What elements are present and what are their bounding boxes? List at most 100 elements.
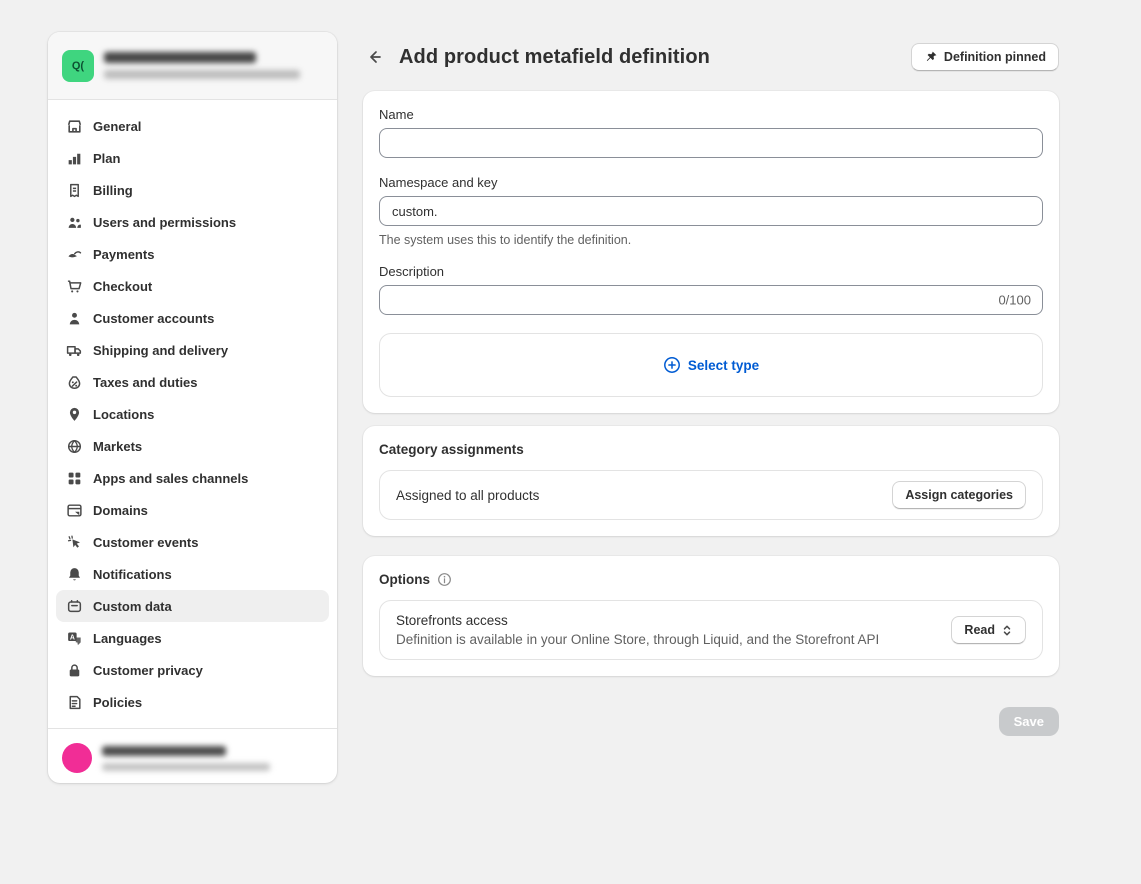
sidebar-item-label: Shipping and delivery xyxy=(93,343,228,358)
sidebar-item-label: Policies xyxy=(93,695,142,710)
sidebar-item-policies[interactable]: Policies xyxy=(56,686,329,718)
sidebar-item-checkout[interactable]: Checkout xyxy=(56,270,329,302)
sidebar-item-markets[interactable]: Markets xyxy=(56,430,329,462)
options-card: Options Storefronts access Definition is… xyxy=(363,556,1059,676)
custom-data-icon xyxy=(66,598,83,615)
sidebar-item-custom-data[interactable]: Custom data xyxy=(56,590,329,622)
settings-sidebar: Q( General Plan Billing Users and permis… xyxy=(48,32,337,783)
store-domain-redacted xyxy=(104,70,300,79)
sidebar-item-label: Plan xyxy=(93,151,120,166)
storefront-access-value: Read xyxy=(964,623,995,637)
sidebar-item-label: Users and permissions xyxy=(93,215,236,230)
save-button[interactable]: Save xyxy=(999,707,1059,736)
sidebar-item-label: Apps and sales channels xyxy=(93,471,248,486)
info-icon[interactable] xyxy=(437,572,452,587)
sidebar-item-apps-and-sales-channels[interactable]: Apps and sales channels xyxy=(56,462,329,494)
sidebar-item-customer-events[interactable]: Customer events xyxy=(56,526,329,558)
translate-icon: A xyxy=(66,630,83,647)
sidebar-item-customer-privacy[interactable]: Customer privacy xyxy=(56,654,329,686)
plus-circle-icon xyxy=(663,356,681,374)
sidebar-item-label: Customer accounts xyxy=(93,311,214,326)
user-email-redacted xyxy=(102,763,270,771)
sidebar-item-label: Markets xyxy=(93,439,142,454)
storefronts-access-title: Storefronts access xyxy=(396,613,951,628)
store-name-redacted xyxy=(104,52,256,63)
sidebar-item-label: Notifications xyxy=(93,567,172,582)
lock-icon xyxy=(66,662,83,679)
sidebar-item-languages[interactable]: A Languages xyxy=(56,622,329,654)
globe-icon xyxy=(66,438,83,455)
sidebar-item-label: Checkout xyxy=(93,279,152,294)
page-header: Add product metafield definition Definit… xyxy=(363,43,1059,71)
main-content: Add product metafield definition Definit… xyxy=(363,0,1059,736)
description-label: Description xyxy=(379,264,1043,279)
users-icon xyxy=(66,214,83,231)
plan-icon xyxy=(66,150,83,167)
sidebar-item-label: Payments xyxy=(93,247,154,262)
category-assignment-row: Assigned to all products Assign categori… xyxy=(379,470,1043,520)
name-field-group: Name xyxy=(379,107,1043,158)
storefront-access-select[interactable]: Read xyxy=(951,616,1026,644)
cursor-click-icon xyxy=(66,534,83,551)
svg-text:A: A xyxy=(70,634,75,641)
person-icon xyxy=(66,310,83,327)
definition-pinned-label: Definition pinned xyxy=(944,50,1046,64)
map-pin-icon xyxy=(66,406,83,423)
user-footer[interactable] xyxy=(48,728,337,783)
definition-pinned-button[interactable]: Definition pinned xyxy=(911,43,1059,71)
assign-categories-label: Assign categories xyxy=(905,488,1013,502)
payments-icon xyxy=(66,246,83,263)
storefronts-access-row: Storefronts access Definition is availab… xyxy=(379,600,1043,660)
sidebar-item-label: Custom data xyxy=(93,599,172,614)
name-input[interactable] xyxy=(379,128,1043,158)
description-field-group: Description 0/100 xyxy=(379,264,1043,315)
sidebar-item-notifications[interactable]: Notifications xyxy=(56,558,329,590)
storefronts-access-text: Storefronts access Definition is availab… xyxy=(396,613,951,647)
sidebar-item-label: Billing xyxy=(93,183,133,198)
sidebar-item-taxes-and-duties[interactable]: Taxes and duties xyxy=(56,366,329,398)
category-assignment-status: Assigned to all products xyxy=(396,488,892,503)
settings-nav: General Plan Billing Users and permissio… xyxy=(48,100,337,728)
browser-window-icon xyxy=(66,502,83,519)
store-header: Q( xyxy=(48,32,337,100)
options-title: Options xyxy=(379,572,430,587)
description-input[interactable] xyxy=(379,285,1043,315)
namespace-input[interactable] xyxy=(379,196,1043,226)
select-type-button[interactable]: Select type xyxy=(379,333,1043,397)
billing-icon xyxy=(66,182,83,199)
storefronts-access-description: Definition is available in your Online S… xyxy=(396,632,951,647)
sidebar-item-billing[interactable]: Billing xyxy=(56,174,329,206)
page-title: Add product metafield definition xyxy=(399,46,899,69)
back-arrow-icon xyxy=(366,48,384,66)
sidebar-item-label: Languages xyxy=(93,631,162,646)
name-label: Name xyxy=(379,107,1043,122)
truck-icon xyxy=(66,342,83,359)
sidebar-item-general[interactable]: General xyxy=(56,110,329,142)
category-assignments-title: Category assignments xyxy=(379,442,1043,457)
sidebar-item-users-and-permissions[interactable]: Users and permissions xyxy=(56,206,329,238)
sidebar-item-label: Taxes and duties xyxy=(93,375,198,390)
back-button[interactable] xyxy=(363,45,387,69)
chevron-updown-icon xyxy=(1001,624,1013,637)
sidebar-item-shipping-and-delivery[interactable]: Shipping and delivery xyxy=(56,334,329,366)
sidebar-item-payments[interactable]: Payments xyxy=(56,238,329,270)
checkout-cart-icon xyxy=(66,278,83,295)
sidebar-item-locations[interactable]: Locations xyxy=(56,398,329,430)
assign-categories-button[interactable]: Assign categories xyxy=(892,481,1026,509)
store-avatar: Q( xyxy=(62,50,94,82)
namespace-help-text: The system uses this to identify the def… xyxy=(379,233,1043,247)
sidebar-item-customer-accounts[interactable]: Customer accounts xyxy=(56,302,329,334)
sidebar-item-label: Customer events xyxy=(93,535,198,550)
sidebar-item-plan[interactable]: Plan xyxy=(56,142,329,174)
sidebar-item-label: Customer privacy xyxy=(93,663,203,678)
policies-doc-icon xyxy=(66,694,83,711)
category-assignments-card: Category assignments Assigned to all pro… xyxy=(363,426,1059,536)
select-type-label: Select type xyxy=(688,358,759,373)
sidebar-item-label: General xyxy=(93,119,141,134)
sidebar-item-domains[interactable]: Domains xyxy=(56,494,329,526)
money-bag-percent-icon xyxy=(66,374,83,391)
store-icon xyxy=(66,118,83,135)
sidebar-item-label: Domains xyxy=(93,503,148,518)
save-row: Save xyxy=(363,707,1059,736)
apps-grid-icon xyxy=(66,470,83,487)
